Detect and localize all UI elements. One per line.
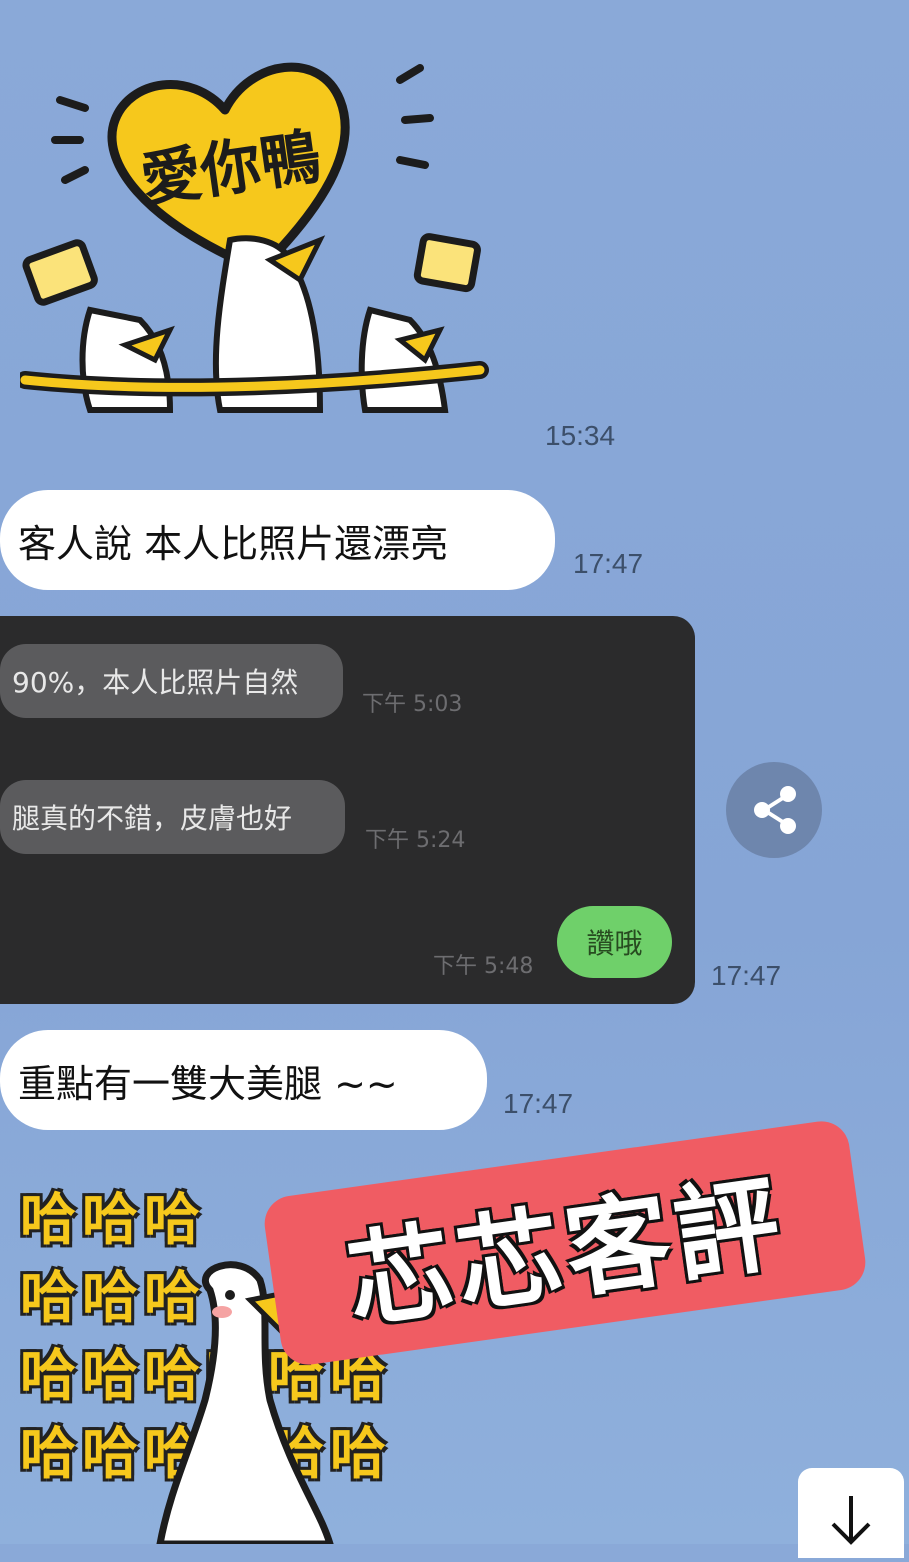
ha-char: 哈 xyxy=(82,1344,138,1409)
inner-bubble: 90%，本人比照片自然 xyxy=(0,644,343,718)
ha-char: 哈 xyxy=(82,1188,138,1253)
ha-char: 哈 xyxy=(82,1266,138,1331)
inner-timestamp: 下午 5:24 xyxy=(365,828,466,853)
love-duck-sticker[interactable]: 愛你鴨 xyxy=(16,40,500,430)
ha-char: 哈 xyxy=(82,1422,138,1487)
sticker-timestamp: 15:34 xyxy=(545,420,616,451)
inner-text: 腿真的不錯，皮膚也好 xyxy=(12,802,293,835)
arrow-down-icon xyxy=(831,1496,871,1545)
message-text: 重點有一雙大美腿 ~~ xyxy=(18,1061,398,1106)
ha-char: 哈 xyxy=(144,1188,200,1253)
ha-char: 哈 xyxy=(20,1422,76,1487)
share-icon xyxy=(754,786,796,834)
review-banner: 芯芯客評 xyxy=(261,1117,869,1369)
scroll-down-button[interactable] xyxy=(798,1468,904,1558)
message-text: 客人說 本人比照片還漂亮 xyxy=(18,521,449,566)
message-timestamp: 17:47 xyxy=(573,548,644,579)
message-bubble[interactable]: 客人說 本人比照片還漂亮 xyxy=(0,490,555,590)
message-bubble[interactable]: 重點有一雙大美腿 ~~ xyxy=(0,1030,487,1130)
ha-char: 哈 xyxy=(20,1344,76,1409)
inner-reply-timestamp: 下午 5:48 xyxy=(433,954,534,979)
duck-illustration xyxy=(16,62,489,413)
inner-text: 90%，本人比照片自然 xyxy=(12,666,299,699)
message-timestamp: 17:47 xyxy=(503,1088,574,1119)
ha-char: 哈 xyxy=(20,1266,76,1331)
inner-bubble: 腿真的不錯，皮膚也好 xyxy=(0,780,345,854)
inner-timestamp: 下午 5:03 xyxy=(362,692,463,717)
banner-title: 芯芯客評 xyxy=(339,1161,793,1344)
ha-char: 哈 xyxy=(20,1188,76,1253)
image-timestamp: 17:47 xyxy=(711,960,782,991)
inner-reply-text: 讚哦 xyxy=(586,927,643,960)
share-button[interactable] xyxy=(726,762,822,858)
inner-reply-bubble: 讚哦 xyxy=(557,906,672,978)
